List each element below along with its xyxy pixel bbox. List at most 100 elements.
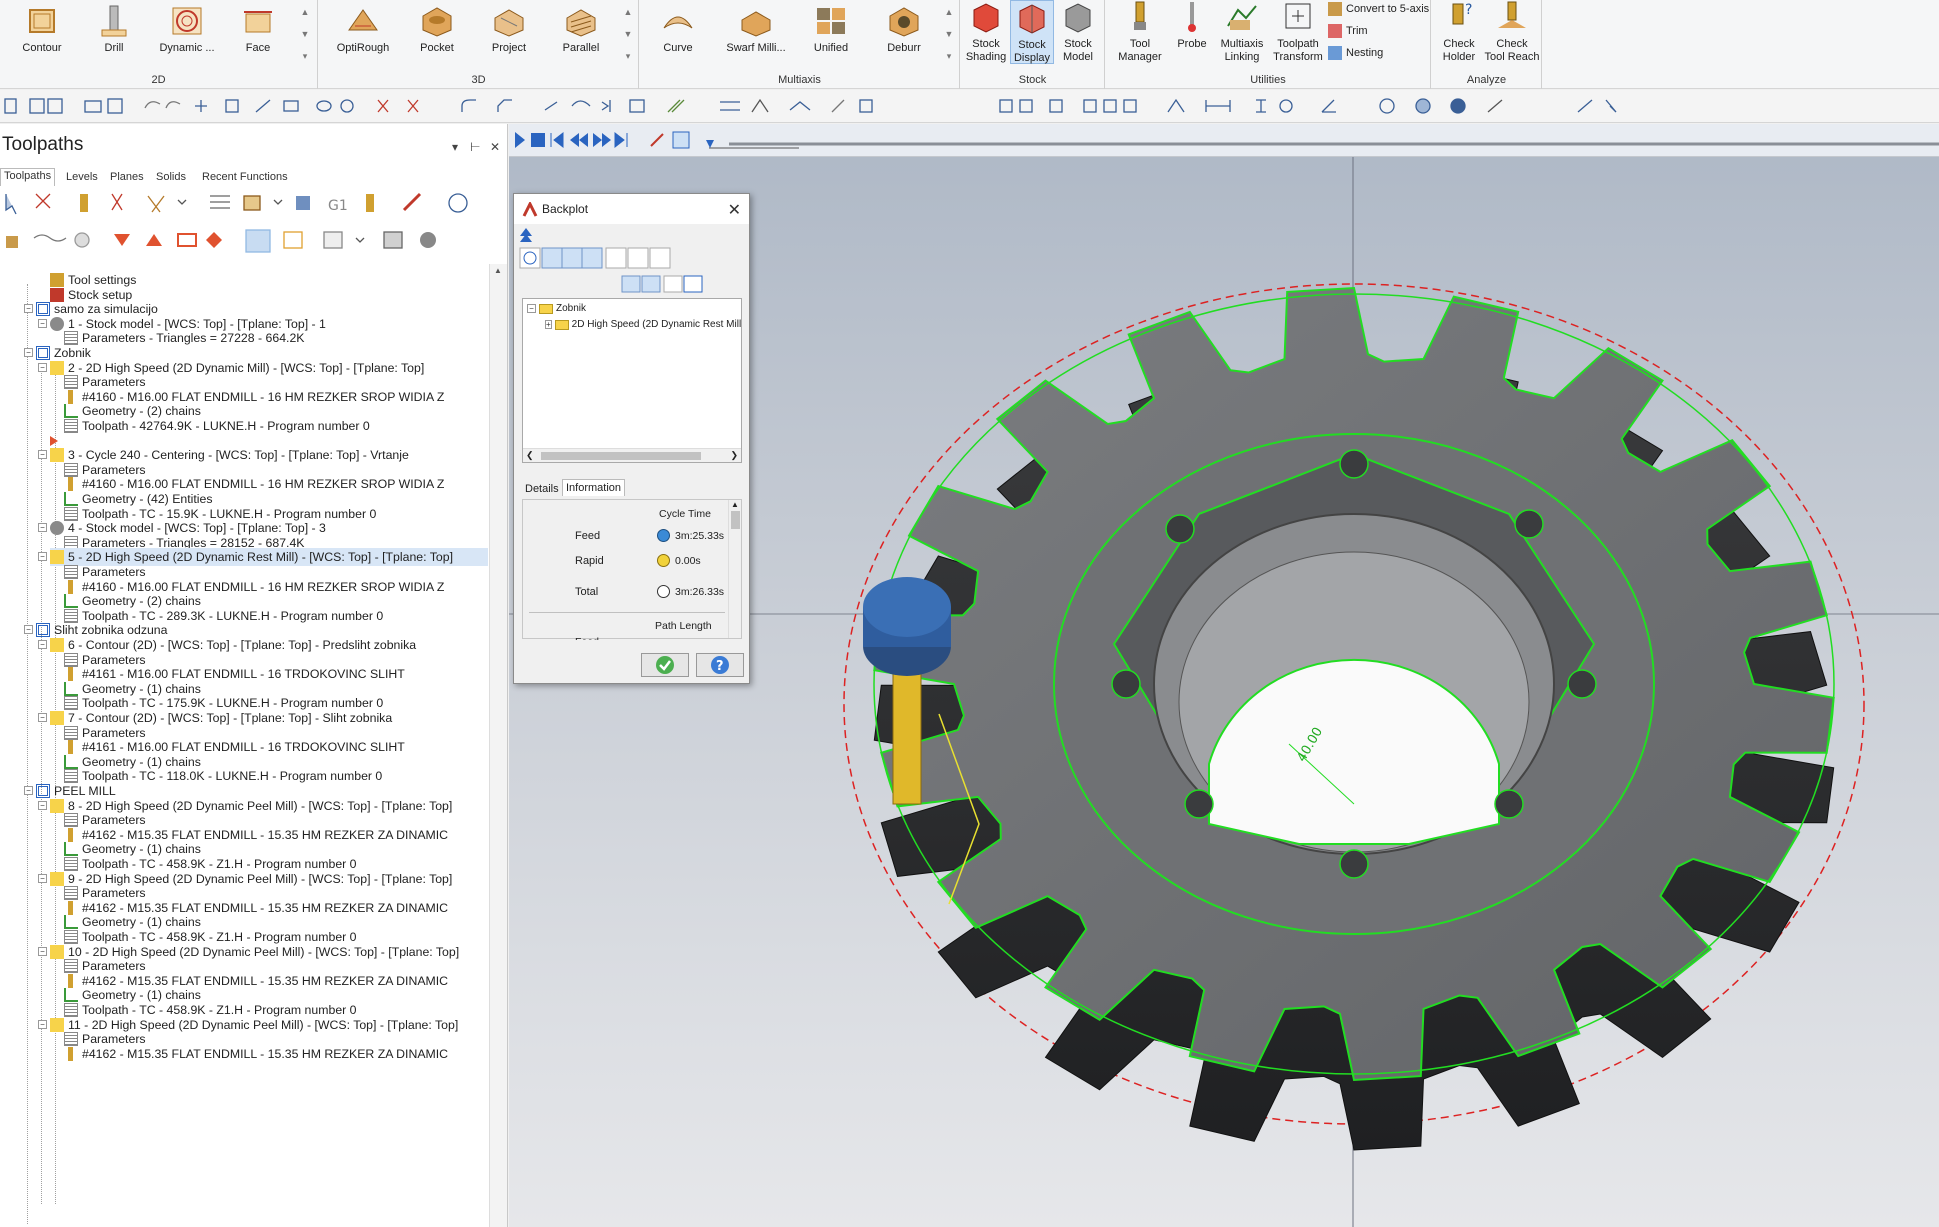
tab-information[interactable]: Information bbox=[562, 479, 626, 496]
trim-button[interactable]: Trim bbox=[1328, 24, 1368, 38]
run-speed-thumb[interactable] bbox=[706, 140, 714, 148]
skip-end-icon[interactable] bbox=[614, 131, 628, 149]
stock-shading-button[interactable]: Stock Shading bbox=[964, 0, 1008, 64]
collapse-icon[interactable]: − bbox=[24, 625, 33, 635]
collapse-icon[interactable]: − bbox=[38, 450, 47, 460]
new-file-icon[interactable] bbox=[4, 98, 17, 114]
step-back-icon[interactable] bbox=[570, 133, 588, 147]
collapse-icon[interactable]: − bbox=[24, 304, 33, 314]
stock-model-button[interactable]: Stock Model bbox=[1056, 0, 1100, 64]
ellipse-icon[interactable] bbox=[316, 100, 332, 112]
collapse-icon[interactable]: − bbox=[38, 713, 47, 722]
toggle-display-icon[interactable] bbox=[74, 232, 90, 248]
backplot-selected-icon[interactable] bbox=[147, 195, 165, 213]
nesting-button[interactable]: Nesting bbox=[1328, 46, 1383, 60]
show-colors-icon[interactable] bbox=[627, 247, 649, 269]
multiaxis-linking-button[interactable]: Multiaxis Linking bbox=[1216, 0, 1268, 64]
measure-icon[interactable] bbox=[1167, 98, 1185, 113]
stretch-icon[interactable] bbox=[720, 101, 740, 111]
highfeed-icon[interactable] bbox=[366, 194, 374, 212]
fillet-icon[interactable] bbox=[461, 99, 476, 112]
collapse-icon[interactable]: − bbox=[38, 873, 47, 883]
collapse-icon[interactable]: − bbox=[38, 946, 47, 956]
panel-dropdown-icon[interactable]: ▾ bbox=[452, 140, 458, 154]
scroll-thumb[interactable] bbox=[541, 452, 701, 460]
tab-levels[interactable]: Levels bbox=[63, 170, 101, 184]
globe-icon[interactable] bbox=[1379, 98, 1395, 114]
show-entity-icon[interactable] bbox=[605, 247, 627, 269]
front-view-icon[interactable] bbox=[1049, 99, 1063, 113]
tree-row[interactable]: #4162 - M15.35 FLAT ENDMILL - 15.35 HM R… bbox=[64, 1045, 488, 1063]
clear-colors-icon[interactable] bbox=[1487, 99, 1503, 113]
top-view-icon[interactable] bbox=[1019, 99, 1033, 113]
line-icon[interactable] bbox=[255, 99, 271, 113]
contour-button[interactable]: Contour bbox=[10, 4, 74, 55]
verify-selected-icon[interactable] bbox=[210, 195, 230, 209]
trace-mode-icon[interactable] bbox=[650, 133, 664, 147]
show-tool-icon[interactable] bbox=[561, 247, 583, 269]
optirough-button[interactable]: OptiRough bbox=[329, 4, 397, 55]
tab-solids[interactable]: Solids bbox=[153, 170, 189, 184]
undo-icon[interactable] bbox=[144, 101, 161, 109]
screenshot-icon[interactable] bbox=[663, 275, 683, 293]
show-rapid-icon[interactable] bbox=[581, 247, 603, 269]
tree-item-root[interactable]: − Zobnik bbox=[527, 303, 586, 314]
bounding-box-icon[interactable] bbox=[225, 99, 239, 113]
isometric-view-icon[interactable] bbox=[999, 99, 1013, 113]
expand-icon[interactable]: + bbox=[545, 320, 552, 329]
bottom-view-icon[interactable] bbox=[1123, 99, 1137, 113]
sphere-icon[interactable] bbox=[1415, 98, 1431, 114]
save-as-icon[interactable] bbox=[47, 98, 63, 114]
project-curve-icon[interactable] bbox=[751, 98, 769, 113]
view-cube-icon[interactable] bbox=[859, 99, 873, 113]
tree-item-child[interactable]: + 2D High Speed (2D Dynamic Rest Mill) bbox=[545, 319, 741, 330]
regenerate-dirty-icon[interactable] bbox=[111, 193, 123, 211]
collapse-icon[interactable]: − bbox=[38, 800, 47, 810]
gallery-down-icon[interactable]: ▼ bbox=[622, 28, 634, 40]
tree-scrollbar[interactable]: ▲ bbox=[489, 264, 507, 1227]
delete-toolpaths-icon[interactable] bbox=[402, 192, 422, 212]
convert-to-5-axis-button[interactable]: Convert to 5-axis bbox=[1328, 2, 1429, 16]
toggle-cut-icon[interactable] bbox=[641, 275, 661, 293]
gallery-down-icon[interactable]: ▼ bbox=[299, 28, 311, 40]
tab-toolpaths[interactable]: Toolpaths bbox=[0, 168, 56, 186]
collapse-icon[interactable]: − bbox=[38, 552, 47, 562]
step-forward-icon[interactable] bbox=[593, 133, 611, 147]
gallery-up-icon[interactable]: ▲ bbox=[943, 6, 955, 18]
post-selected-icon[interactable] bbox=[296, 196, 310, 210]
info-scrollbar[interactable]: ▲ bbox=[728, 500, 741, 638]
tab-planes[interactable]: Planes bbox=[107, 170, 147, 184]
show-selected-icon[interactable] bbox=[283, 231, 303, 249]
collapse-icon[interactable]: − bbox=[24, 786, 33, 795]
scroll-right-icon[interactable]: ❯ bbox=[730, 450, 738, 461]
help-button[interactable]: ? bbox=[696, 653, 744, 677]
batch-icon[interactable] bbox=[420, 232, 436, 248]
offset-icon[interactable] bbox=[667, 99, 685, 113]
redo-icon[interactable] bbox=[165, 101, 181, 109]
gallery-down-icon[interactable]: ▼ bbox=[943, 28, 955, 40]
unified-button[interactable]: Unified bbox=[800, 4, 862, 55]
drill-button[interactable]: Drill bbox=[84, 4, 144, 55]
curve-button[interactable]: Curve bbox=[648, 4, 708, 55]
print-icon[interactable] bbox=[84, 100, 102, 113]
skip-start-icon[interactable] bbox=[550, 131, 564, 149]
collapse-icon[interactable]: − bbox=[38, 1019, 47, 1029]
print-preview-icon[interactable] bbox=[107, 98, 123, 114]
tool-manager-button[interactable]: Tool Manager bbox=[1114, 0, 1166, 64]
move-down-icon[interactable] bbox=[114, 234, 130, 246]
swarf-milling-button[interactable]: Swarf Milli... bbox=[720, 4, 792, 55]
chamfer-icon[interactable] bbox=[497, 99, 512, 112]
help-icon[interactable] bbox=[448, 193, 468, 213]
toolpath-group-icon[interactable] bbox=[383, 231, 403, 249]
back-view-icon[interactable] bbox=[1103, 99, 1117, 113]
pocket-button[interactable]: Pocket bbox=[407, 4, 467, 55]
play-icon[interactable] bbox=[515, 132, 525, 148]
show-info-icon[interactable] bbox=[649, 247, 671, 269]
deburr-button[interactable]: Deburr bbox=[874, 4, 934, 55]
simulate-icon[interactable] bbox=[243, 195, 261, 211]
toggle-verify-icon[interactable] bbox=[621, 275, 641, 293]
check-holder-button[interactable]: ? Check Holder bbox=[1434, 0, 1484, 64]
select-active-icon[interactable] bbox=[245, 229, 271, 253]
gallery-more-icon[interactable]: ▾ bbox=[299, 50, 311, 62]
dropdown-icon[interactable] bbox=[273, 199, 283, 205]
